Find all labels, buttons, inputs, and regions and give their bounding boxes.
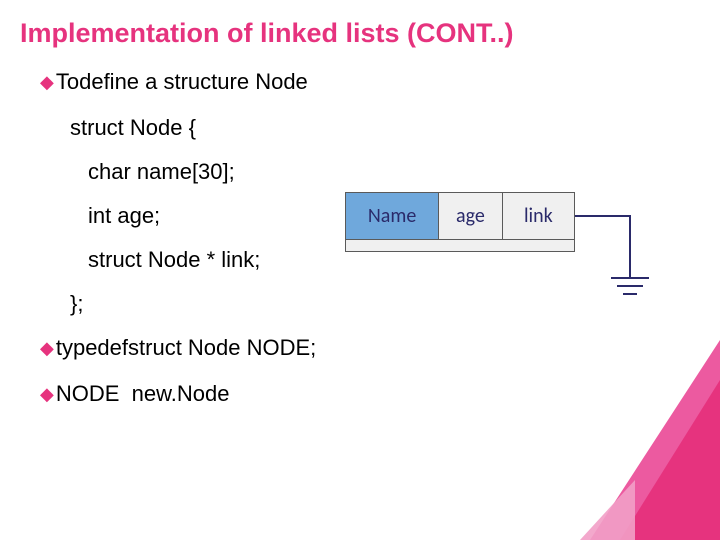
bullet-3-rest: new.Node [119, 381, 229, 407]
node-diagram: Name age link [345, 192, 675, 312]
bullet-2: ◆typedef struct Node NODE; [40, 335, 720, 361]
bullet-3-prefix: NODE [56, 381, 120, 407]
code-name-line: char name[30]; [40, 159, 720, 185]
bullet-2-rest: struct Node NODE; [128, 335, 316, 361]
code-struct-open: struct Node { [40, 115, 720, 141]
bullet-1-prefix: To [56, 69, 79, 95]
bullet-3: ◆NODE new.Node [40, 381, 720, 407]
slide-title: Implementation of linked lists (CONT..) [0, 0, 720, 49]
diamond-icon: ◆ [40, 72, 54, 93]
node-blank-row [345, 240, 575, 252]
node-row: Name age link [345, 192, 575, 240]
diamond-icon: ◆ [40, 384, 54, 405]
node-col-name: Name [346, 193, 439, 239]
bullet-1-rest: define a structure Node [79, 69, 308, 95]
node-col-age: age [439, 193, 502, 239]
node-col-link: link [503, 193, 574, 239]
bullet-2-prefix: typedef [56, 335, 128, 361]
bullet-1: ◆To define a structure Node [40, 69, 720, 95]
diamond-icon: ◆ [40, 338, 54, 359]
